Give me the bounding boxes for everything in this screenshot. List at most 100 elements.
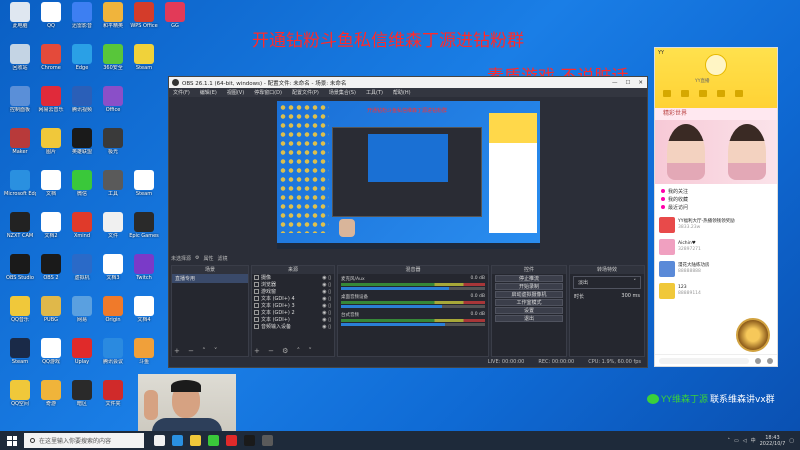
control-button[interactable]: 设置: [495, 307, 563, 314]
list-item[interactable]: YY福利大厅-热播领钱领奖励 3833.23w: [655, 214, 777, 236]
desktop-icon[interactable]: 腾讯视频: [66, 86, 98, 128]
desktop-icon[interactable]: 此电脑: [4, 2, 36, 44]
desktop-icon[interactable]: Steam: [128, 170, 160, 212]
desktop-icon[interactable]: 极光: [97, 128, 129, 170]
eye-icon[interactable]: ◉ ▯: [322, 289, 331, 295]
desktop-icon[interactable]: 文档4: [128, 296, 160, 338]
desktop-icon[interactable]: OBS 2: [35, 254, 67, 296]
control-button[interactable]: 工作室模式: [495, 299, 563, 306]
source-item[interactable]: 摄像 ◉ ▯: [252, 274, 334, 281]
sources-controls[interactable]: + − ⚙ ˄ ˅: [254, 347, 315, 355]
eye-icon[interactable]: ◉ ▯: [322, 324, 331, 330]
obs-title-bar[interactable]: OBS 26.1.1 (64-bit, windows) - 配置文件: 未命名…: [169, 77, 647, 88]
source-item[interactable]: 文本 (GDI+) 3 ◉ ▯: [252, 302, 334, 309]
maximize-icon[interactable]: ☐: [625, 80, 630, 86]
eye-icon[interactable]: ◉ ▯: [322, 317, 331, 323]
yy-chat-input[interactable]: [659, 357, 749, 364]
desktop-icon[interactable]: 文档: [35, 170, 67, 212]
desktop-icon[interactable]: GG: [159, 2, 191, 44]
eye-icon[interactable]: ◉ ▯: [322, 310, 331, 316]
yy-action-icon[interactable]: [681, 90, 689, 97]
gear-icon[interactable]: ⚙: [195, 255, 199, 261]
taskbar-app-icon[interactable]: [244, 435, 255, 446]
source-item[interactable]: 游戏窗 ◉ ▯: [252, 288, 334, 295]
source-item[interactable]: 文本 (GDI+) 2 ◉ ▯: [252, 309, 334, 316]
menu-item[interactable]: 视图(V): [227, 89, 244, 96]
notification-icon[interactable]: ▢: [789, 438, 794, 444]
minimize-icon[interactable]: —: [612, 80, 618, 86]
desktop-icon[interactable]: 文档2: [35, 212, 67, 254]
desktop-icon[interactable]: QQ空间: [4, 380, 36, 422]
scene-item[interactable]: 直播专用: [172, 274, 248, 283]
control-button[interactable]: 退出: [495, 315, 563, 322]
start-button[interactable]: [4, 433, 20, 449]
desktop-icon[interactable]: Origin: [97, 296, 129, 338]
menu-item[interactable]: 帮助(H): [393, 89, 411, 96]
desktop-icon[interactable]: Uplay: [66, 338, 98, 380]
source-item[interactable]: 浏览器 ◉ ▯: [252, 281, 334, 288]
obs-preview[interactable]: 开通钻粉斗鱼私信维森丁源进钻粉群: [277, 101, 540, 249]
desktop-icon[interactable]: 文档3: [97, 254, 129, 296]
yy-action-icon[interactable]: [699, 90, 707, 97]
desktop-icon[interactable]: QQ: [35, 2, 67, 44]
desktop-icon[interactable]: Maker: [4, 128, 36, 170]
control-button[interactable]: 停止推流: [495, 275, 563, 282]
eye-icon[interactable]: ◉ ▯: [322, 275, 331, 281]
taskbar-app-icon[interactable]: [208, 435, 219, 446]
duration-row[interactable]: 时长 300 ms: [570, 291, 644, 302]
search-input[interactable]: 在这里输入你要搜索的内容: [24, 433, 144, 448]
filters-button[interactable]: 滤镜: [218, 255, 228, 262]
desktop-icon[interactable]: 微信: [66, 170, 98, 212]
scenes-controls[interactable]: + − ˄ ˅: [174, 347, 220, 355]
menu-item[interactable]: 场景集合(S): [329, 89, 356, 96]
yy-banner[interactable]: [655, 120, 777, 184]
volume-icon[interactable]: ◁: [743, 438, 747, 444]
menu-item[interactable]: 编辑(E): [200, 89, 217, 96]
source-item[interactable]: 文本 (GDI+) 4 ◉ ▯: [252, 295, 334, 302]
eye-icon[interactable]: ◉ ▯: [322, 296, 331, 302]
desktop-icon[interactable]: 网易云音乐: [35, 86, 67, 128]
yy-link[interactable]: 我的关注: [661, 187, 771, 195]
network-icon[interactable]: ▭: [734, 438, 739, 444]
list-item[interactable]: 123 88889114: [655, 280, 777, 302]
emoji-icon[interactable]: [767, 357, 773, 364]
volume-slider[interactable]: [341, 287, 485, 290]
chevron-up-icon[interactable]: ˄: [728, 438, 731, 444]
desktop-icon[interactable]: 图片: [35, 128, 67, 170]
desktop-icon[interactable]: 工具: [97, 170, 129, 212]
desktop-icon[interactable]: Steam: [4, 338, 36, 380]
desktop-icon[interactable]: 回收站: [4, 44, 36, 86]
desktop-icon[interactable]: 360安全: [97, 44, 129, 86]
desktop-icon[interactable]: Xmind: [66, 212, 98, 254]
source-item[interactable]: 音频输入设备 ◉ ▯: [252, 323, 334, 330]
desktop-icon[interactable]: QQ游戏: [35, 338, 67, 380]
close-icon[interactable]: ✕: [638, 80, 643, 86]
desktop-icon[interactable]: PUBG: [35, 296, 67, 338]
properties-button[interactable]: 属性: [204, 255, 214, 262]
taskbar-app-icon[interactable]: [262, 435, 273, 446]
yy-action-icon[interactable]: [717, 90, 725, 97]
ime-icon[interactable]: 中: [751, 437, 756, 444]
transition-select[interactable]: 淡出 ˅: [573, 276, 641, 289]
desktop-icon[interactable]: 网易: [66, 296, 98, 338]
desktop-icon[interactable]: Epic Games: [128, 212, 160, 254]
obs-window[interactable]: OBS 26.1.1 (64-bit, windows) - 配置文件: 未命名…: [168, 76, 648, 368]
yy-link[interactable]: 我的收藏: [661, 195, 771, 203]
desktop-icon[interactable]: 奇游: [35, 380, 67, 422]
desktop-icon[interactable]: 和平精英: [97, 2, 129, 44]
desktop-icon[interactable]: 控制面板: [4, 86, 36, 128]
yy-action-icon[interactable]: [663, 90, 671, 97]
desktop-icon[interactable]: Chrome: [35, 44, 67, 86]
desktop-icon[interactable]: Twitch: [128, 254, 160, 296]
desktop-icon[interactable]: NZXT CAM: [4, 212, 36, 254]
desktop-icon[interactable]: Steam: [128, 44, 160, 86]
clock[interactable]: 18:43 2022/10/7: [760, 435, 786, 447]
desktop-icon[interactable]: 文件夹: [97, 380, 129, 422]
avatar[interactable]: [705, 54, 727, 76]
taskbar-app-icon[interactable]: [226, 435, 237, 446]
yy-link[interactable]: 最近访问: [661, 203, 771, 211]
desktop-icon[interactable]: 腾讯会议: [97, 338, 129, 380]
menu-item[interactable]: 停靠窗口(D): [254, 89, 282, 96]
taskbar-app-icon[interactable]: [190, 435, 201, 446]
taskbar-app-icon[interactable]: [154, 435, 165, 446]
